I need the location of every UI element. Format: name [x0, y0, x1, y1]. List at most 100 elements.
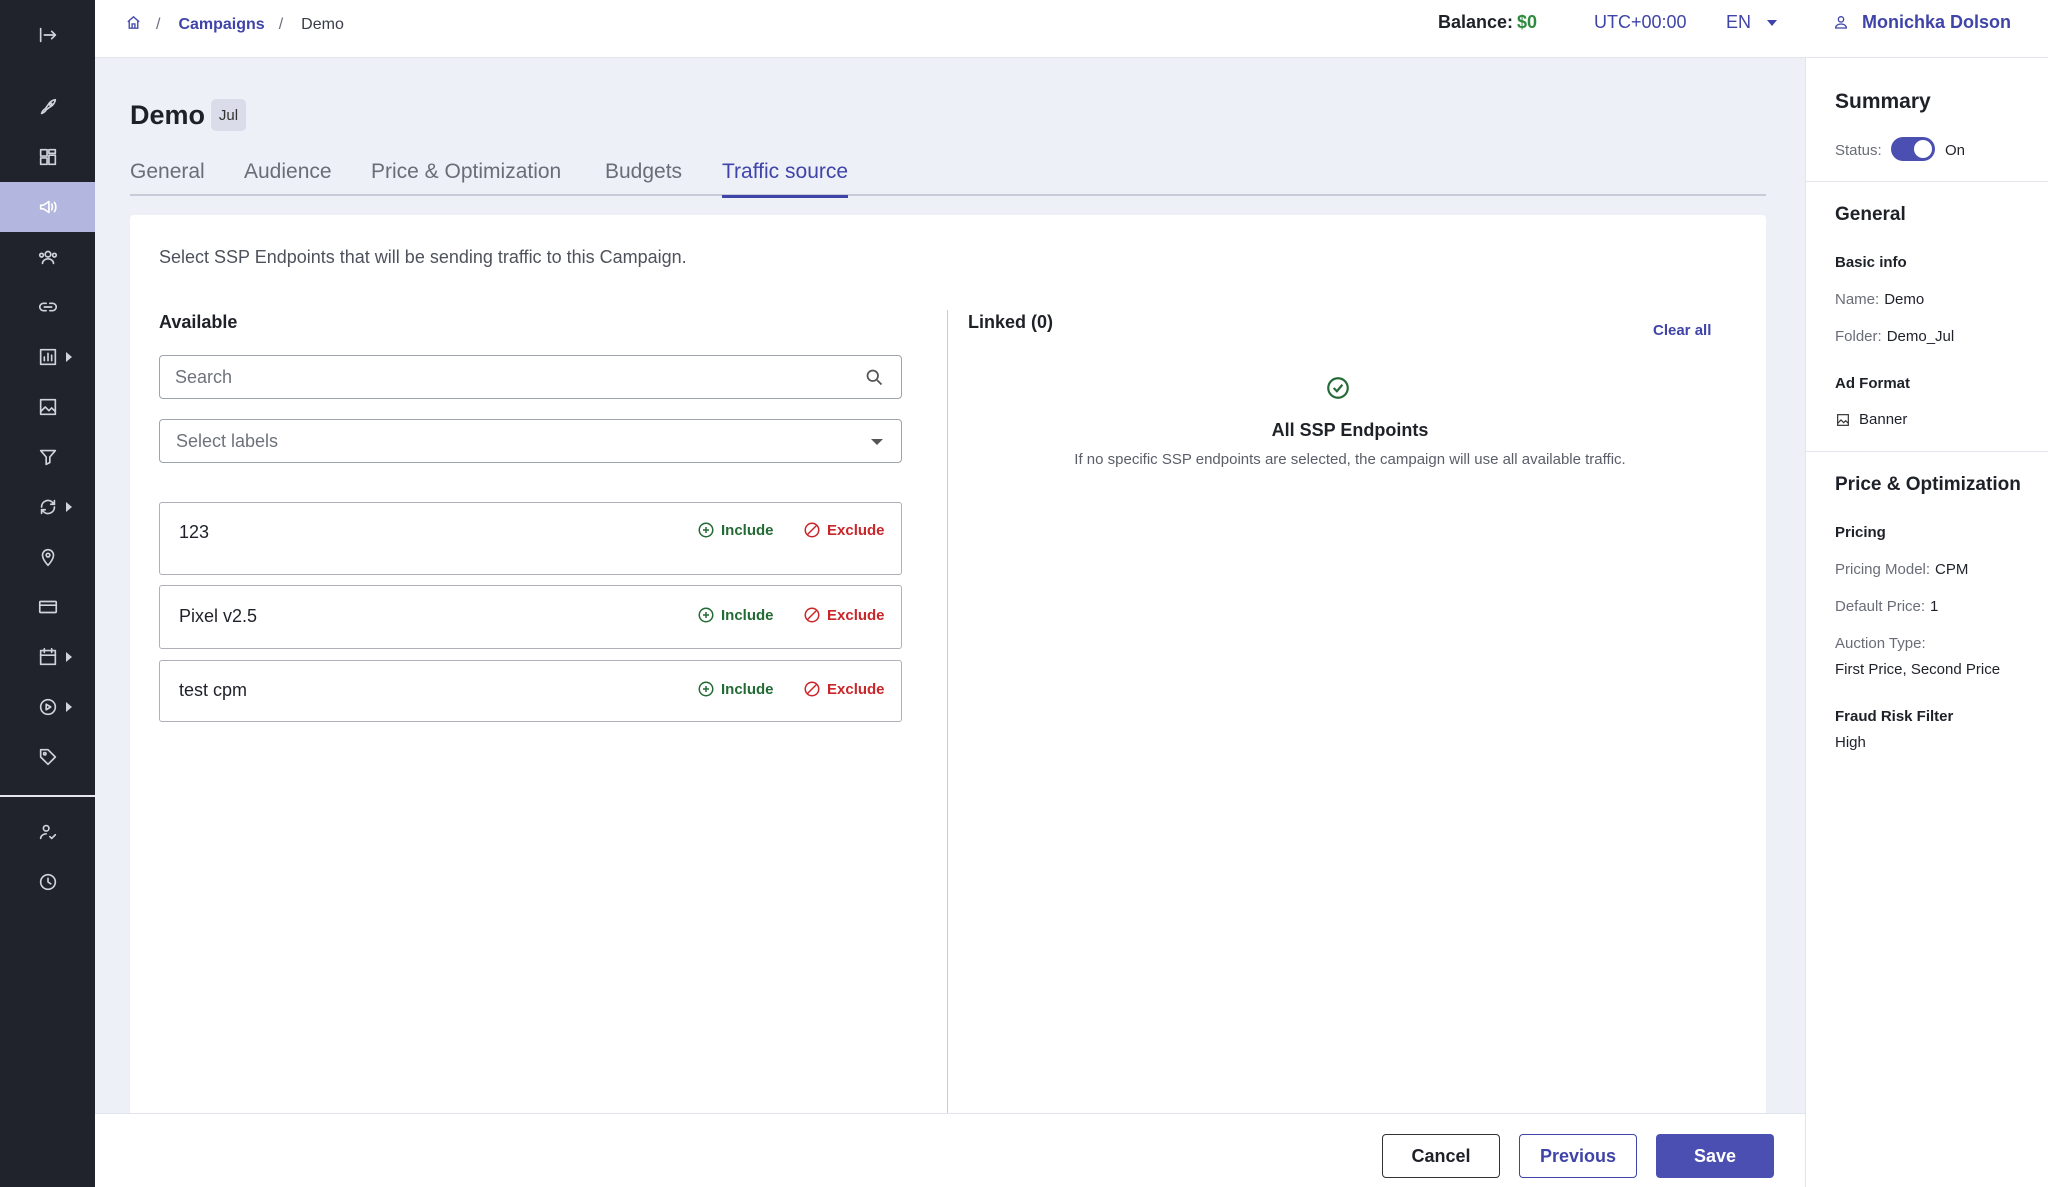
summary-divider	[1806, 181, 2048, 182]
users-icon	[38, 250, 57, 265]
sidebar-item-dashboard[interactable]	[0, 132, 95, 182]
summary-divider	[1806, 451, 2048, 452]
user-menu[interactable]: Monichka Dolson	[1862, 12, 2011, 33]
summary-panel: Summary Status: On General Basic info Na…	[1805, 58, 2048, 1187]
tab-traffic-source[interactable]: Traffic source	[722, 160, 849, 198]
breadcrumb: / Campaigns / Demo	[125, 14, 344, 36]
auction-type-value: First Price, Second Price	[1835, 661, 2001, 678]
default-price-label: Default Price:	[1835, 598, 1926, 615]
previous-button[interactable]: Previous	[1519, 1134, 1637, 1178]
default-price-value: 1	[1930, 598, 1939, 615]
expand-caret-icon	[66, 352, 72, 362]
folder-badge: Jul	[211, 99, 246, 131]
sidebar-item-links[interactable]	[0, 282, 95, 332]
name-label: Name:	[1835, 291, 1880, 308]
sidebar-item-billing[interactable]	[0, 582, 95, 632]
sidebar-item-labels[interactable]	[0, 732, 95, 782]
check-circle-icon	[1325, 375, 1351, 406]
auction-type-label: Auction Type:	[1835, 635, 1926, 652]
traffic-source-panel: Select SSP Endpoints that will be sendin…	[130, 215, 1766, 1115]
summary-price-title: Price & Optimization	[1835, 474, 2021, 495]
summary-general-title: General	[1835, 204, 1906, 225]
search-icon[interactable]	[864, 367, 885, 393]
chart-icon	[39, 348, 56, 366]
breadcrumb-separator: /	[156, 16, 161, 33]
exclude-button[interactable]: Exclude	[803, 606, 885, 624]
balance-label: Balance:	[1438, 12, 1514, 32]
toggle-knob	[1914, 140, 1932, 158]
tab-price-optimization[interactable]: Price & Optimization	[371, 160, 561, 196]
name-value: Demo	[1884, 291, 1925, 308]
tab-budgets[interactable]: Budgets	[605, 160, 682, 196]
empty-state-description: If no specific SSP endpoints are selecte…	[1074, 451, 1626, 468]
include-label: Include	[721, 606, 774, 624]
exclude-label: Exclude	[827, 680, 885, 698]
labels-select-placeholder: Select labels	[176, 431, 279, 451]
endpoint-name: 123	[179, 522, 210, 542]
plus-circle-icon	[698, 522, 714, 538]
sidebar-item-schedule[interactable]	[0, 632, 95, 682]
link-icon	[38, 302, 57, 312]
sidebar-item-geo[interactable]	[0, 532, 95, 582]
exclude-button[interactable]: Exclude	[803, 521, 885, 539]
summary-default-price: Default Price: 1	[1835, 598, 1938, 615]
sidebar-item-sync[interactable]	[0, 482, 95, 532]
user-check-icon	[39, 824, 56, 840]
clear-all-button[interactable]: Clear all	[1653, 322, 1711, 339]
collapse-nav-button[interactable]	[0, 10, 95, 60]
exclude-button[interactable]: Exclude	[803, 680, 885, 698]
include-button[interactable]: Include	[697, 521, 774, 539]
rocket-icon	[40, 98, 56, 115]
include-label: Include	[721, 521, 774, 539]
user-icon	[1833, 14, 1849, 35]
folder-label: Folder:	[1835, 328, 1882, 345]
sidebar-item-history[interactable]	[0, 857, 95, 907]
sidebar-item-audiences[interactable]	[0, 232, 95, 282]
fraud-filter-title: Fraud Risk Filter	[1835, 708, 1954, 725]
search-input[interactable]	[160, 356, 820, 398]
tab-audience[interactable]: Audience	[244, 160, 332, 196]
ad-format-title: Ad Format	[1835, 375, 1910, 392]
top-bar: / Campaigns / Demo Balance: $0 UTC+00:00…	[95, 0, 2048, 58]
sidebar-item-getting-started[interactable]	[0, 82, 95, 132]
tab-general[interactable]: General	[130, 160, 205, 196]
plus-circle-icon	[698, 607, 714, 623]
breadcrumb-separator: /	[278, 16, 284, 33]
sidebar-divider	[0, 795, 95, 797]
summary-name: Name: Demo	[1835, 291, 1924, 308]
summary-pricing-model: Pricing Model: CPM	[1835, 561, 1968, 578]
sidebar-item-video[interactable]	[0, 682, 95, 732]
include-button[interactable]: Include	[697, 680, 774, 698]
language-chevron-down-icon[interactable]	[1767, 20, 1777, 26]
tag-icon	[39, 748, 56, 766]
cancel-button[interactable]: Cancel	[1382, 1134, 1500, 1178]
megaphone-icon	[39, 200, 57, 214]
language-selector[interactable]: EN	[1726, 12, 1751, 33]
block-icon	[804, 681, 820, 697]
save-button[interactable]: Save	[1656, 1134, 1774, 1178]
endpoint-row: test cpm Include Exclude	[159, 660, 902, 722]
home-link[interactable]	[125, 14, 142, 36]
pricing-title: Pricing	[1835, 524, 1886, 541]
include-button[interactable]: Include	[697, 606, 774, 624]
campaign-tabs: General Audience Price & Optimization Bu…	[130, 158, 1766, 198]
endpoint-row: Pixel v2.5 Include Exclude	[159, 585, 902, 649]
intro-text: Select SSP Endpoints that will be sendin…	[159, 247, 687, 267]
labels-select[interactable]: Select labels	[159, 419, 902, 463]
include-label: Include	[721, 680, 774, 698]
sidebar-item-account[interactable]	[0, 807, 95, 857]
breadcrumb-current: Demo	[301, 16, 344, 33]
timezone-selector[interactable]: UTC+00:00	[1594, 12, 1687, 33]
breadcrumb-campaigns[interactable]: Campaigns	[178, 16, 264, 34]
sidebar-item-reports[interactable]	[0, 332, 95, 382]
sync-icon	[40, 499, 55, 515]
status-toggle[interactable]	[1891, 137, 1935, 161]
folder-value: Demo_Jul	[1886, 328, 1955, 345]
banner-image-icon	[1835, 412, 1851, 433]
endpoint-name: test cpm	[179, 680, 248, 700]
expand-caret-icon	[66, 702, 72, 712]
sidebar-item-filters[interactable]	[0, 432, 95, 482]
sidebar-item-creatives[interactable]	[0, 382, 95, 432]
block-icon	[804, 607, 820, 623]
sidebar-item-campaigns[interactable]	[0, 182, 95, 232]
